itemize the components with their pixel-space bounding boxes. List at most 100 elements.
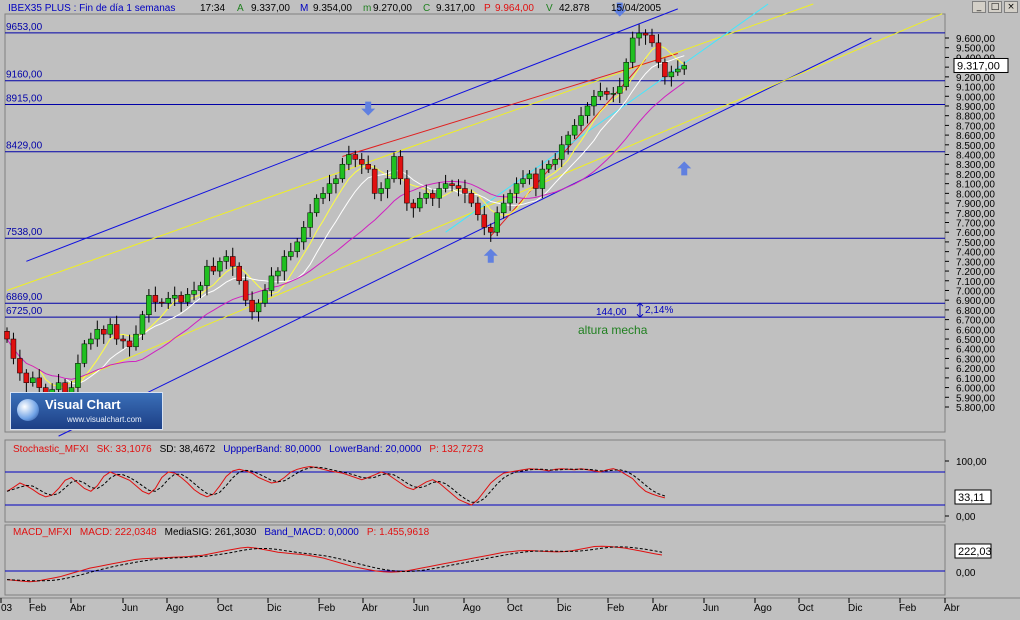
candle-body: [171, 295, 178, 299]
candle-body: [152, 295, 159, 303]
candle-body: [494, 212, 500, 233]
x-tick-label: Ago: [166, 603, 184, 614]
candle-body: [675, 68, 681, 73]
x-tick-label: Jun: [413, 603, 429, 614]
header-text: 9.317,00: [436, 3, 475, 14]
candle-body: [294, 241, 300, 252]
candle-body: [275, 270, 281, 277]
candle-body: [191, 290, 197, 295]
maximize-button[interactable]: □: [988, 1, 1002, 13]
candle-body: [255, 302, 262, 313]
candle-body: [436, 188, 442, 199]
candle-body: [623, 62, 629, 87]
candle-body: [552, 159, 558, 165]
candle-body: [397, 156, 404, 180]
level-label: 7538,00: [6, 227, 43, 238]
candle-body: [404, 178, 410, 204]
header-text: P: [484, 3, 491, 14]
candle-body: [642, 32, 649, 36]
candle-body: [507, 193, 513, 204]
candle-body: [146, 295, 152, 316]
candle-body: [230, 256, 236, 267]
candle-body: [262, 290, 268, 304]
candle-body: [410, 202, 417, 209]
minimize-glyph: _: [976, 2, 982, 12]
x-tick-label: Oct: [798, 603, 814, 614]
header-text: 9.270,00: [373, 3, 412, 14]
candle-body: [55, 382, 62, 390]
candle-body: [30, 377, 36, 383]
candle-body: [617, 86, 623, 94]
candle-body: [94, 329, 101, 340]
logo-url: www.visualchart.com: [67, 415, 142, 424]
y-tick-label: 5.800,00: [956, 403, 995, 414]
close-button[interactable]: ×: [1004, 1, 1018, 13]
candle-body: [558, 144, 565, 160]
candle-body: [513, 183, 520, 194]
candle-body: [655, 42, 662, 63]
macd-y-tick-label: 0,00: [956, 568, 976, 579]
candle-body: [565, 134, 571, 146]
candle-body: [378, 188, 384, 194]
candle-body: [346, 154, 352, 165]
candle-body: [139, 314, 146, 335]
candle-body: [629, 37, 636, 63]
candle-body: [591, 96, 597, 107]
header-text: A: [237, 3, 244, 14]
candle-body: [288, 251, 294, 257]
candle-body: [242, 280, 249, 301]
candle-body: [481, 214, 488, 228]
stochastic-legend-item: SK: 33,1076: [97, 444, 152, 455]
candle-body: [571, 125, 578, 136]
x-tick-label: Dic: [848, 603, 862, 614]
candle-body: [417, 197, 423, 209]
candle-body: [113, 324, 120, 340]
candle-body: [384, 178, 391, 189]
visual-chart-logo: Visual Chart www.visualchart.com: [10, 392, 163, 430]
candle-body: [681, 65, 687, 70]
candle-body: [101, 329, 107, 335]
macd-legend-item: MACD: 222,0348: [80, 527, 157, 538]
header-text: 9.964,00: [495, 3, 534, 14]
candle-body: [352, 154, 359, 160]
stochastic-legend-item: Stochastic_MFXI: [13, 444, 89, 455]
x-tick-label: 03: [1, 603, 13, 614]
candle-body: [468, 193, 475, 204]
logo-title: Visual Chart: [45, 397, 121, 412]
candle-body: [449, 183, 455, 186]
close-glyph: ×: [1007, 2, 1015, 12]
candle-body: [462, 188, 468, 194]
stochastic-legend-item: UppperBand: 80,0000: [223, 444, 321, 455]
maximize-glyph: □: [990, 2, 1000, 12]
candle-body: [107, 324, 113, 335]
chart-canvas[interactable]: 9653,00 9160,00 8915,00 8429,00 7538,00 6869,…: [0, 0, 1020, 615]
header-text: 15/04/2005: [611, 3, 661, 14]
candle-body: [197, 285, 204, 291]
candle-body: [281, 256, 288, 272]
candle-body: [300, 227, 307, 243]
candle-body: [475, 202, 481, 215]
candle-body: [662, 62, 668, 78]
candle-body: [500, 202, 507, 214]
logo-globe-icon: [17, 399, 39, 421]
candle-body: [236, 265, 242, 282]
x-tick-label: Feb: [318, 603, 336, 614]
minimize-button[interactable]: _: [972, 1, 986, 13]
candle-body: [423, 193, 429, 199]
x-tick-label: Oct: [507, 603, 523, 614]
stochastic-y-tick-label: 100,00: [956, 457, 987, 468]
x-tick-label: Abr: [652, 603, 668, 614]
candle-body: [429, 193, 436, 199]
x-tick-label: Ago: [754, 603, 772, 614]
candle-body: [546, 163, 552, 170]
candle-body: [526, 173, 533, 180]
header-text: M: [300, 3, 308, 14]
candle-body: [126, 340, 133, 348]
candle-body: [333, 178, 339, 184]
macd-last-label: 222,03: [958, 546, 992, 558]
candle-body: [159, 301, 165, 304]
x-tick-label: Oct: [217, 603, 233, 614]
header-text: C: [423, 3, 430, 14]
header-text: 42.878: [559, 3, 590, 14]
candle-body: [365, 163, 371, 170]
